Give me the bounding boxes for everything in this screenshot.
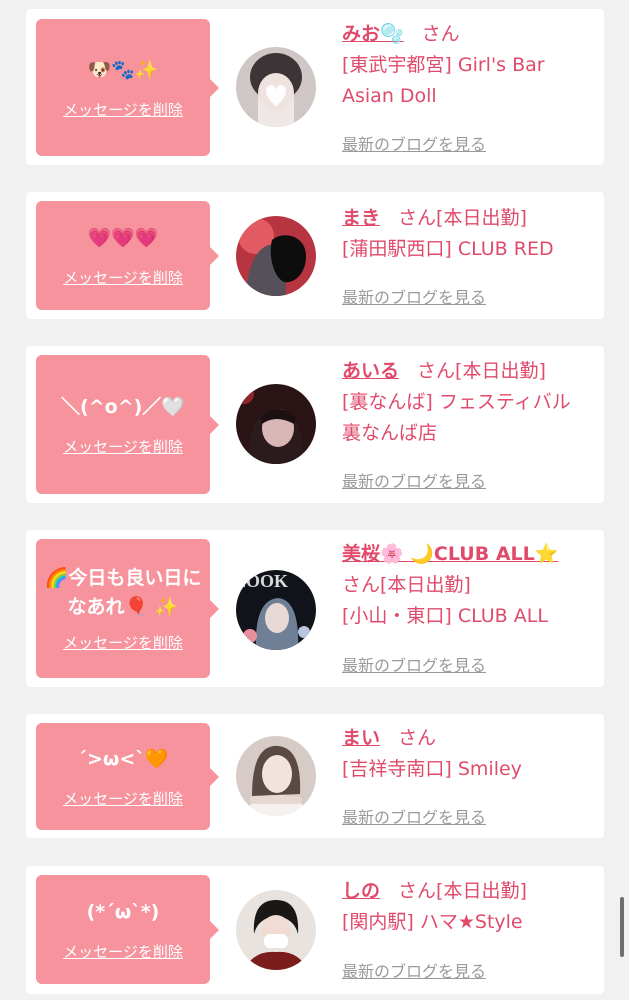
shop-line: [関内駅] ハマ★Style: [342, 911, 523, 933]
avatar[interactable]: [236, 384, 316, 464]
message-card: ＼(^o^)／🤍 メッセージを削除 あいる さん[本日出勤] [裏なんば] フェス…: [26, 346, 604, 503]
avatar[interactable]: [236, 216, 316, 296]
message-bubble: 💗💗💗 メッセージを削除: [36, 201, 219, 310]
shop-line: [小山・東口] CLUB ALL: [342, 605, 548, 627]
delete-message-link[interactable]: メッセージを削除: [63, 941, 183, 962]
avatar-lettering: LOOK: [236, 571, 288, 591]
avatar[interactable]: [236, 890, 316, 970]
cast-name-link[interactable]: みお🫧: [342, 23, 404, 45]
message-bubble: 🌈今日も良い日に なあれ🎈 ✨ メッセージを削除: [36, 539, 219, 678]
message-text: 💗💗💗: [87, 226, 159, 249]
latest-blog-link[interactable]: 最新のブログを見る: [342, 804, 486, 828]
delete-message-link[interactable]: メッセージを削除: [63, 632, 183, 653]
message-card: ´>ω<`🧡 メッセージを削除 まい さん [吉祥寺南口] Smiley 最新のブ…: [26, 714, 604, 838]
avatar[interactable]: LOOK: [236, 570, 316, 650]
cast-name-link[interactable]: 美桜🌸 🌙CLUB ALL⭐: [342, 543, 558, 565]
cast-name-link[interactable]: まい: [342, 727, 380, 749]
cast-info: まい さん [吉祥寺南口] Smiley: [342, 723, 604, 785]
shop-line: 裏なんば店: [342, 422, 438, 444]
scrollbar[interactable]: [620, 897, 624, 957]
message-text: ´>ω<`🧡: [77, 747, 169, 770]
cast-info: 美桜🌸 🌙CLUB ALL⭐ さん[本日出勤] [小山・東口] CLUB ALL: [342, 539, 604, 632]
honorific: さん: [398, 727, 437, 749]
avatar[interactable]: [236, 47, 316, 127]
message-text: ＼(^o^)／🤍: [61, 395, 185, 418]
cast-info: まき さん[本日出勤] [蒲田駅西口] CLUB RED: [342, 203, 604, 265]
honorific: さん: [398, 880, 437, 902]
honorific: さん: [398, 207, 437, 229]
delete-message-link[interactable]: メッセージを削除: [63, 267, 183, 288]
message-text-line: 🌈今日も良い日に: [44, 567, 202, 589]
cast-info: あいる さん[本日出勤] [裏なんば] フェスティバル 裏なんば店: [342, 356, 604, 449]
shop-line: [吉祥寺南口] Smiley: [342, 758, 522, 780]
honorific: さん: [417, 360, 456, 382]
message-text: 🐶🐾✨: [87, 58, 159, 81]
message-list: 🐶🐾✨ メッセージを削除 みお🫧 さん [東武宇都宮] Girl's Bar As…: [0, 0, 629, 1000]
latest-blog-link[interactable]: 最新のブログを見る: [342, 652, 486, 676]
honorific: さん: [421, 23, 460, 45]
message-card: 🌈今日も良い日に なあれ🎈 ✨ メッセージを削除 LOOK 美桜🌸 🌙CLUB …: [26, 530, 604, 687]
shop-line: [蒲田駅西口] CLUB RED: [342, 238, 554, 260]
message-card: (*´ω`*) メッセージを削除 しの さん[本日出勤] [関内駅] ハマ★Sty…: [26, 866, 604, 994]
cast-name-link[interactable]: あいる: [342, 360, 399, 382]
message-text-line: なあれ🎈 ✨: [67, 596, 179, 618]
on-duty-badge: [本日出勤]: [436, 880, 527, 902]
delete-message-link[interactable]: メッセージを削除: [63, 788, 183, 809]
shop-line: Asian Doll: [342, 85, 437, 107]
on-duty-badge: [本日出勤]: [436, 207, 527, 229]
honorific: さん: [342, 574, 381, 596]
cast-name-link[interactable]: しの: [342, 880, 380, 902]
message-text: (*´ω`*): [86, 900, 160, 923]
avatar[interactable]: [236, 736, 316, 816]
latest-blog-link[interactable]: 最新のブログを見る: [342, 131, 486, 155]
cast-info: しの さん[本日出勤] [関内駅] ハマ★Style: [342, 876, 604, 938]
message-card: 💗💗💗 メッセージを削除 まき さん[本日出勤] [蒲田駅西口] CLUB RED…: [26, 192, 604, 319]
shop-line: [東武宇都宮] Girl's Bar: [342, 54, 545, 76]
latest-blog-link[interactable]: 最新のブログを見る: [342, 468, 486, 492]
latest-blog-link[interactable]: 最新のブログを見る: [342, 284, 486, 308]
message-bubble: 🐶🐾✨ メッセージを削除: [36, 19, 219, 156]
shop-line: [裏なんば] フェスティバル: [342, 391, 571, 413]
cast-name-link[interactable]: まき: [342, 207, 380, 229]
latest-blog-link[interactable]: 最新のブログを見る: [342, 958, 486, 982]
message-card: 🐶🐾✨ メッセージを削除 みお🫧 さん [東武宇都宮] Girl's Bar As…: [26, 9, 604, 165]
message-bubble: ´>ω<`🧡 メッセージを削除: [36, 723, 219, 830]
message-bubble: ＼(^o^)／🤍 メッセージを削除: [36, 355, 219, 494]
on-duty-badge: [本日出勤]: [380, 574, 471, 596]
delete-message-link[interactable]: メッセージを削除: [63, 99, 183, 120]
delete-message-link[interactable]: メッセージを削除: [63, 436, 183, 457]
cast-info: みお🫧 さん [東武宇都宮] Girl's Bar Asian Doll: [342, 19, 604, 112]
message-bubble: (*´ω`*) メッセージを削除: [36, 875, 219, 984]
on-duty-badge: [本日出勤]: [455, 360, 546, 382]
